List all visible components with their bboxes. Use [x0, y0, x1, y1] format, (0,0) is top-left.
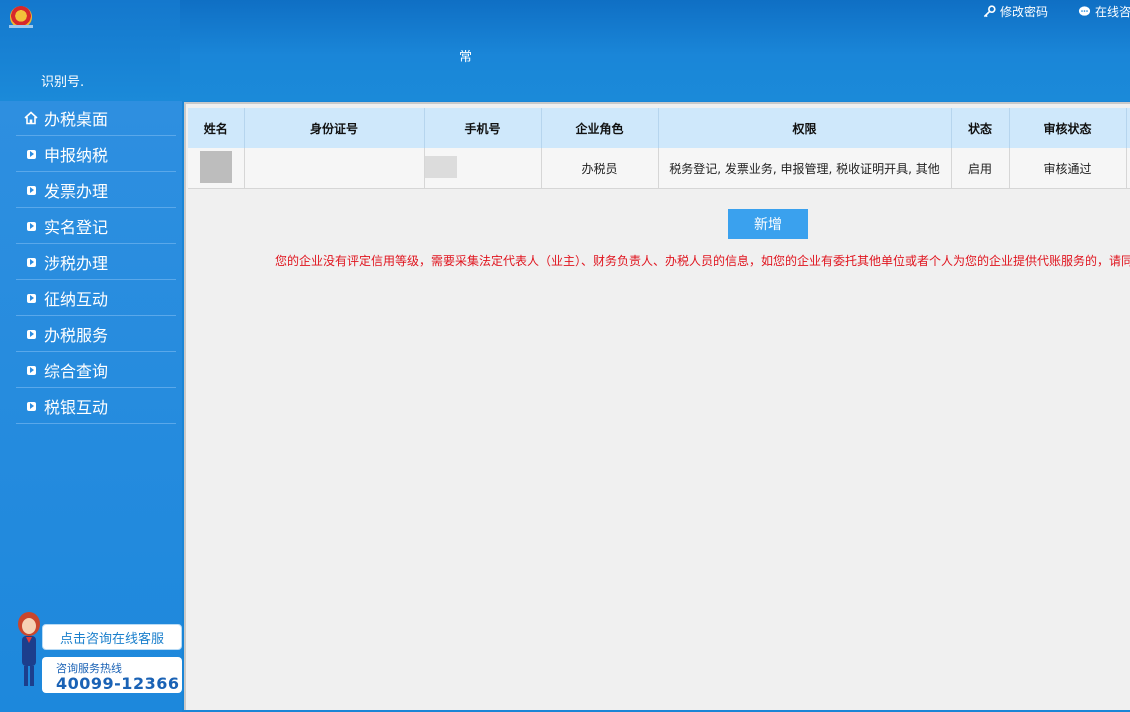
home-icon [24, 111, 38, 125]
table-header-row: 姓名 身份证号 手机号 企业角色 权限 状态 审核状态 [188, 108, 1130, 148]
sidebar-item-label: 申报纳税 [44, 146, 109, 165]
sidebar-item-label: 办税桌面 [44, 110, 109, 129]
arrow-square-icon [24, 363, 38, 377]
column-header-role: 企业角色 [541, 108, 659, 148]
table-row[interactable]: 办税员 税务登记, 发票业务, 申报管理, 税收证明开具, 其他 启用 审核通过 [188, 148, 1130, 189]
online-consult-label: 在线咨 [1095, 5, 1130, 19]
chat-bubble-icon [1078, 6, 1091, 16]
sidebar-item-label: 综合查询 [44, 362, 109, 381]
sidebar-item-label: 办税服务 [44, 326, 109, 345]
sidebar-item-label: 税银互动 [44, 398, 109, 417]
change-password-label: 修改密码 [1000, 5, 1049, 19]
sidebar-item-query[interactable]: 综合查询 [16, 353, 176, 388]
redacted-name [199, 150, 232, 183]
change-password-link[interactable]: 修改密码 [983, 3, 1048, 20]
sidebar-item-label: 征纳互动 [44, 290, 109, 309]
arrow-square-icon [24, 147, 38, 161]
top-header: 修改密码 在线咨 常 识别号. [0, 0, 1130, 101]
arrow-square-icon [24, 183, 38, 197]
sidebar-item-invoice[interactable]: 发票办理 [16, 173, 176, 208]
sidebar-item-tax-bank[interactable]: 税银互动 [16, 389, 176, 424]
cell-permissions: 税务登记, 发票业务, 申报管理, 税收证明开具, 其他 [658, 148, 952, 189]
hotline-box: 咨询服务热线 40099-12366 [42, 657, 182, 693]
cell-phone [424, 148, 542, 189]
online-consult-link[interactable]: 在线咨 [1078, 3, 1130, 20]
personnel-table: 姓名 身份证号 手机号 企业角色 权限 状态 审核状态 办税员 税务登记, 发票… [188, 108, 1130, 189]
column-header-id-number: 身份证号 [244, 108, 425, 148]
sidebar-item-tax-service[interactable]: 办税服务 [16, 317, 176, 352]
column-header-phone: 手机号 [424, 108, 542, 148]
column-header-status: 状态 [951, 108, 1010, 148]
cell-audit-status: 审核通过 [1009, 148, 1127, 189]
key-icon [983, 5, 996, 18]
hotline-number: 40099-12366 [56, 674, 180, 693]
column-header-name: 姓名 [188, 108, 245, 148]
sidebar-item-tax-desktop[interactable]: 办税桌面 [16, 101, 176, 136]
column-header-overflow [1126, 108, 1130, 148]
online-service-label: 点击咨询在线客服 [59, 631, 164, 647]
header-title: 常 [459, 50, 473, 65]
customer-service-widget: 点击咨询在线客服 咨询服务热线 40099-12366 [14, 610, 182, 695]
online-service-button[interactable]: 点击咨询在线客服 [42, 624, 182, 650]
arrow-square-icon [24, 399, 38, 413]
cell-name [188, 148, 245, 189]
arrow-square-icon [24, 219, 38, 233]
add-button[interactable]: 新增 [728, 209, 808, 239]
cell-overflow [1126, 148, 1130, 189]
sidebar-item-label: 实名登记 [44, 218, 109, 237]
cell-role: 办税员 [541, 148, 659, 189]
taxpayer-id-label: 识别号. [41, 75, 85, 90]
cell-id-number [244, 148, 425, 189]
sidebar-item-label: 发票办理 [44, 182, 109, 201]
emblem-caption [9, 25, 33, 28]
arrow-square-icon [24, 327, 38, 341]
credit-rating-notice: 您的企业没有评定信用等级，需要采集法定代表人（业主）、财务负责人、办税人员的信息… [275, 254, 1130, 268]
redacted-phone [424, 155, 457, 178]
column-header-audit-status: 审核状态 [1009, 108, 1127, 148]
sidebar-item-declare-tax[interactable]: 申报纳税 [16, 137, 176, 172]
arrow-square-icon [24, 291, 38, 305]
sidebar-item-realname[interactable]: 实名登记 [16, 209, 176, 244]
service-agent-icon [18, 612, 40, 686]
cell-status: 启用 [951, 148, 1010, 189]
sidebar-item-tax-affairs[interactable]: 涉税办理 [16, 245, 176, 280]
arrow-square-icon [24, 255, 38, 269]
sidebar-item-interaction[interactable]: 征纳互动 [16, 281, 176, 316]
sidebar-item-label: 涉税办理 [44, 254, 109, 273]
column-header-permissions: 权限 [658, 108, 952, 148]
main-content: 姓名 身份证号 手机号 企业角色 权限 状态 审核状态 办税员 税务登记, 发票… [184, 102, 1130, 710]
